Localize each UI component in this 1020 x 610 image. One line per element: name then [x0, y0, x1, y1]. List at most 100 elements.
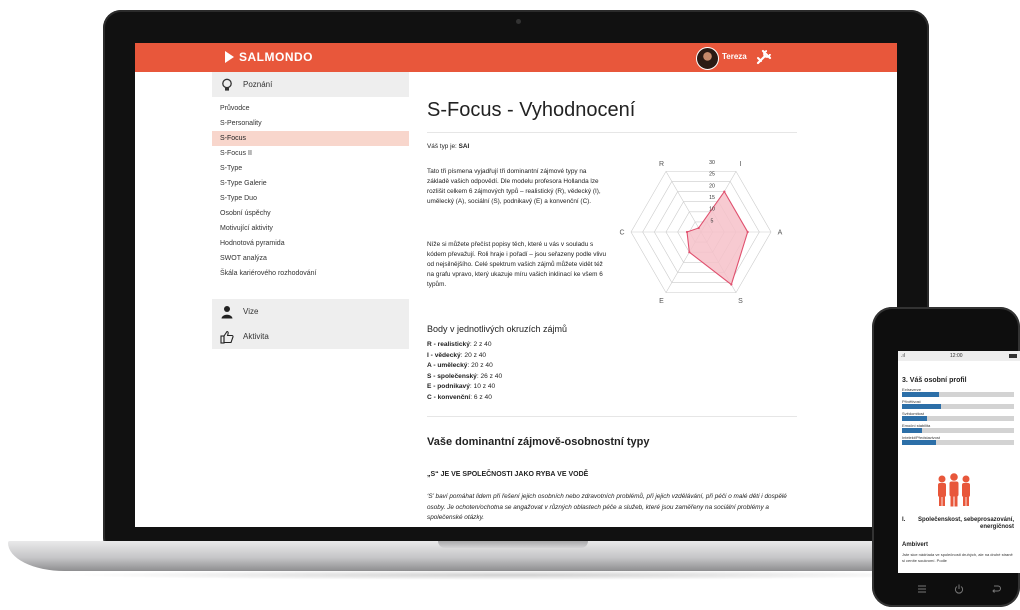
- score-name: S - společenský: [427, 372, 477, 380]
- score-name: A - umělecký: [427, 362, 468, 369]
- bar-track: [902, 392, 1014, 397]
- sidebar-item-osobni-uspechy[interactable]: Osobní úspěchy: [212, 206, 409, 221]
- type-description: ‘S’ baví pomáhat lidem při řešení jejich…: [427, 493, 787, 521]
- radar-tick-label: 15: [709, 195, 715, 201]
- score-value: : 6 z 40: [470, 393, 492, 401]
- sidebar-section-poznani[interactable]: Poznání: [212, 72, 409, 97]
- score-row: R - realistický: 2 z 40: [427, 340, 502, 351]
- sidebar-item-pruvodce[interactable]: Průvodce: [212, 101, 409, 116]
- score-row: I - vědecký: 20 z 40: [427, 351, 502, 362]
- bar-fill: [902, 392, 939, 397]
- radar-axis-label: E: [659, 298, 664, 305]
- sidebar-section-vize[interactable]: Vize: [212, 299, 409, 324]
- divider: [427, 416, 797, 417]
- phone-section-title: 3. Váš osobní profil: [902, 377, 967, 384]
- radar-axis-label: A: [778, 230, 783, 237]
- bar-fill: [902, 416, 927, 421]
- score-name: R - realistický: [427, 341, 470, 348]
- camera-dot: [516, 19, 521, 24]
- sidebar: Poznání Průvodce S-Personality S-Focus S…: [212, 72, 409, 527]
- brand-name: SALMONDO: [239, 50, 313, 64]
- radar-axis-label: I: [740, 161, 742, 168]
- sidebar-item-motivujici-aktivity[interactable]: Motivující aktivity: [212, 221, 409, 236]
- tools-icon[interactable]: [756, 49, 772, 65]
- bar-track: [902, 428, 1014, 433]
- radar-tick-label: 5: [711, 218, 714, 224]
- profile-trait-label: I. Společenskost, sebeprosazování, energ…: [902, 517, 1014, 531]
- section-heading: Vaše dominantní zájmově-osobnostní typy: [427, 436, 650, 448]
- score-value: : 10 z 40: [469, 383, 496, 390]
- sidebar-item-hodnotova-pyramida[interactable]: Hodnotová pyramida: [212, 236, 409, 251]
- person-icon: [221, 305, 233, 318]
- score-row: A - umělecký: 20 z 40: [427, 361, 502, 372]
- user-name[interactable]: Tereza: [722, 52, 747, 61]
- sidebar-item-s-personality[interactable]: S-Personality: [212, 116, 409, 131]
- sidebar-item-s-type[interactable]: S-Type: [212, 161, 409, 176]
- profile-result-text: Jste sice nádriada ve společnosti druhýc…: [902, 552, 1013, 563]
- bar-track: [902, 440, 1014, 445]
- explanation-paragraph: Níže si můžete přečíst popisy těch, kter…: [427, 241, 607, 288]
- thumbs-up-icon: [220, 330, 234, 344]
- menu-icon[interactable]: [916, 583, 928, 595]
- radar-data-point: [688, 251, 691, 254]
- score-value: : 20 z 40: [460, 351, 487, 359]
- battery-icon: [1009, 354, 1017, 358]
- sidebar-item-s-type-galerie[interactable]: S-Type Galerie: [212, 176, 409, 191]
- signal-icon: .ıl: [901, 353, 905, 359]
- sidebar-item-s-type-duo[interactable]: S-Type Duo: [212, 191, 409, 206]
- scores-list: R - realistický: 2 z 40 I - vědecký: 20 …: [427, 340, 502, 403]
- sidebar-item-s-focus[interactable]: S-Focus: [212, 131, 409, 146]
- radar-data-point: [697, 226, 700, 230]
- bar-track: [902, 404, 1014, 409]
- group-people-icon: [938, 473, 970, 507]
- score-value: : 2 z 40: [469, 341, 492, 348]
- brand-logo-icon: [225, 51, 234, 63]
- score-row: E - podnikavý: 10 z 40: [427, 382, 502, 393]
- sidebar-item-s-focus-ii[interactable]: S-Focus II: [212, 146, 409, 161]
- radar-data-point: [723, 190, 726, 193]
- radar-data-point: [730, 283, 733, 286]
- profile-trait-text: Společenskost, sebeprosazování, energičn…: [917, 517, 1014, 530]
- score-name: E - podnikavý: [427, 383, 470, 390]
- laptop-screen: SALMONDO Tereza Poznání Průvodce S-Perso…: [135, 43, 897, 527]
- profile-result-title: Ambivert: [902, 542, 929, 548]
- radar-axis-label: S: [738, 298, 743, 305]
- page-title: S-Focus - Vyhodnocení: [427, 99, 636, 121]
- back-icon[interactable]: [990, 583, 1002, 595]
- lightbulb-icon: [222, 78, 232, 91]
- bar-track: [902, 416, 1014, 421]
- radar-tick-label: 25: [709, 172, 715, 178]
- sidebar-section-label: Poznání: [243, 80, 273, 89]
- radar-data-area: [686, 190, 749, 286]
- sidebar-item-swot-analyza[interactable]: SWOT analýza: [212, 251, 409, 266]
- scores-title: Body v jednotlivých okruzích zájmů: [427, 324, 568, 334]
- score-name: C - konvenční: [427, 393, 471, 401]
- sidebar-nav-list: Průvodce S-Personality S-Focus S-Focus I…: [212, 101, 409, 281]
- laptop-shadow: [60, 570, 960, 580]
- score-name: I - vědecký: [427, 351, 461, 359]
- laptop-opening-notch: [438, 541, 588, 548]
- type-result: Váš typ je: SAI: [427, 143, 469, 150]
- phone-nav-buttons: [898, 583, 1020, 597]
- radar-axis-label: C: [619, 230, 624, 237]
- type-subheading: „S“ JE VE SPOLEČNOSTI JAKO RYBA VE VODĚ: [427, 471, 589, 478]
- radar-tick-label: 20: [709, 183, 715, 189]
- radar-data-point: [685, 230, 689, 234]
- power-icon[interactable]: [953, 583, 965, 595]
- radar-tick-label: 10: [709, 207, 715, 213]
- user-avatar[interactable]: [696, 47, 719, 70]
- type-value: SAI: [458, 143, 470, 150]
- sidebar-section-label: Aktivita: [243, 332, 269, 341]
- bar-fill: [902, 428, 923, 433]
- sidebar-section-aktivita[interactable]: Aktivita: [212, 324, 409, 349]
- main-content: S-Focus - Vyhodnocení Váš typ je: SAI Ta…: [427, 72, 803, 527]
- sidebar-item-skala-karieroveho-rozhodovani[interactable]: Škála kariérového rozhodování: [212, 266, 409, 281]
- phone-status-bar: .ıl 12:00: [898, 351, 1020, 361]
- laptop-base: [8, 541, 1020, 571]
- intro-paragraph: Tato tři písmena vyjadřují tři dominantn…: [427, 168, 601, 205]
- sidebar-section-label: Vize: [243, 307, 259, 316]
- radar-chart: R I A S E C 5 10 15 20 25 30: [619, 160, 783, 305]
- profile-trait-number: I.: [902, 517, 906, 523]
- brand-logo[interactable]: SALMONDO: [225, 50, 313, 64]
- phone-profile-bars: Extraverze Přívětivost Svědomitost Emočn…: [902, 387, 1014, 447]
